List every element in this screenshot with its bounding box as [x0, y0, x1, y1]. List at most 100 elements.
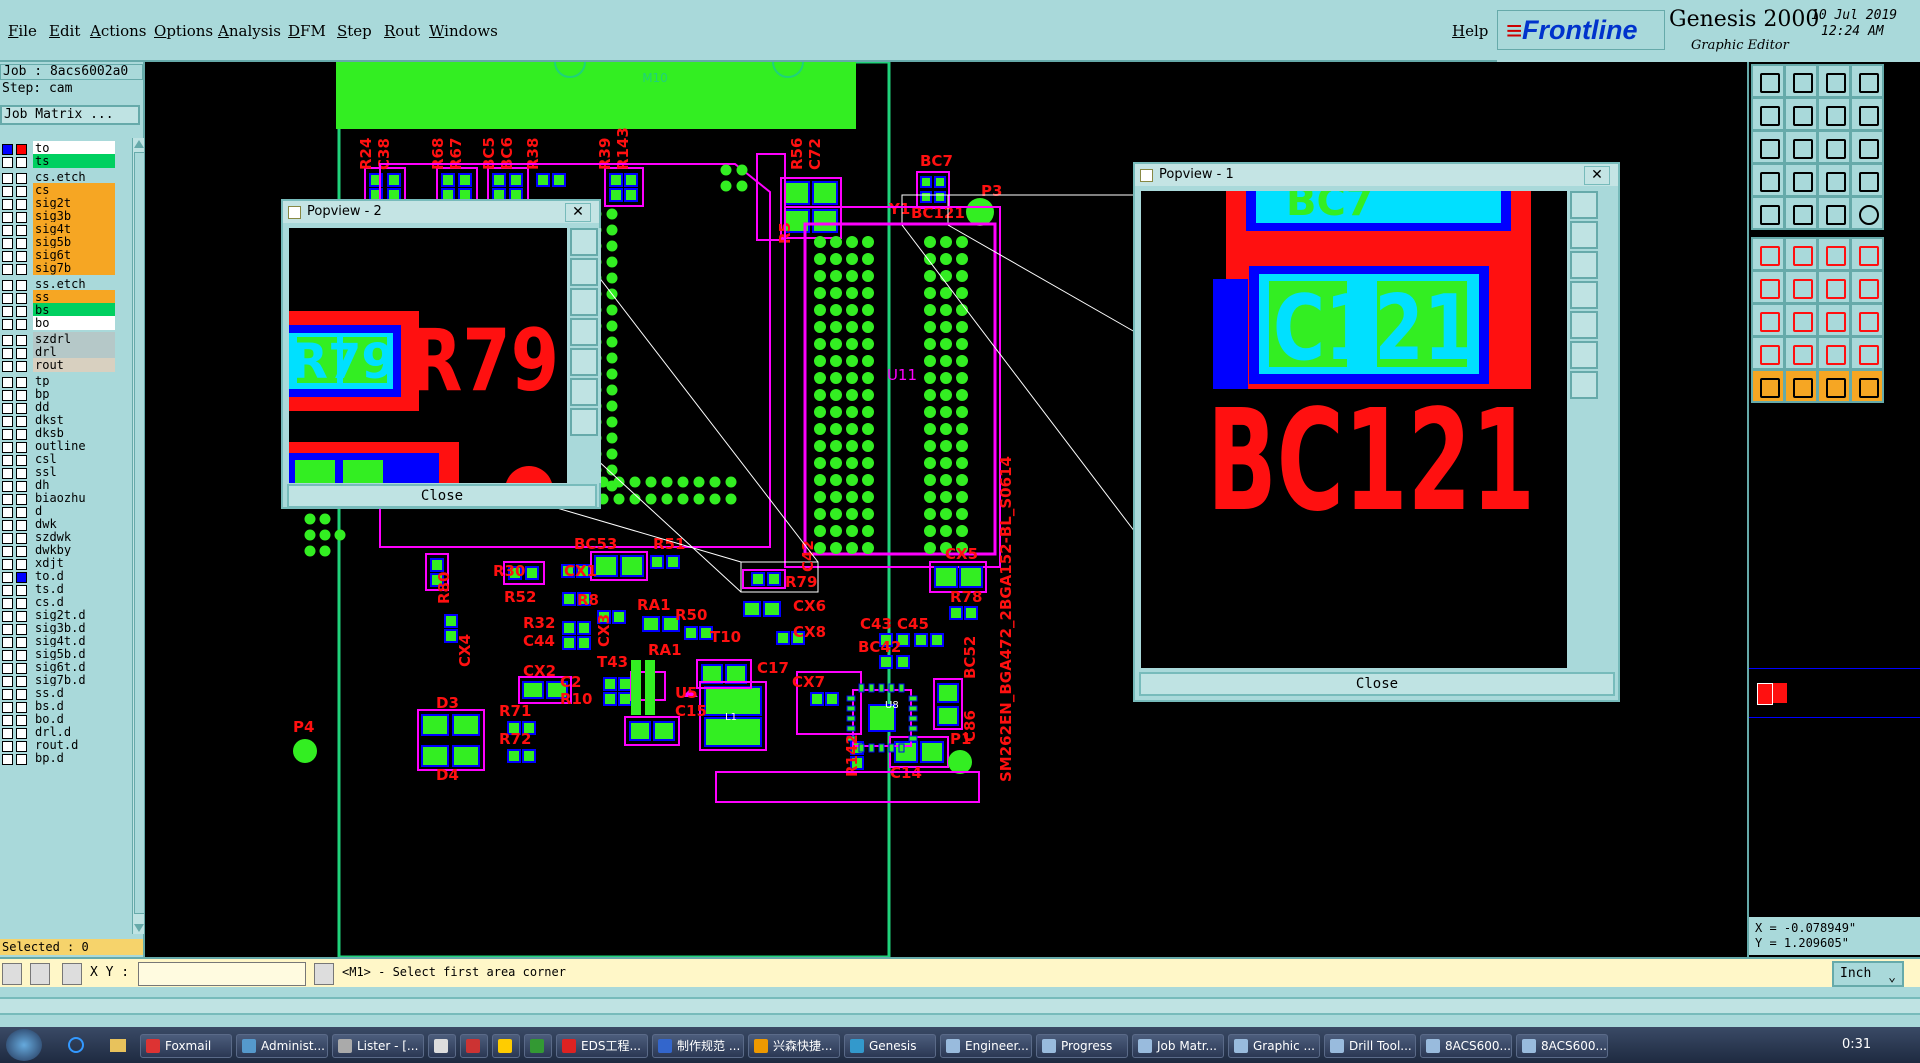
resize-icon[interactable]	[1850, 303, 1884, 337]
layer-name[interactable]: to	[33, 141, 115, 155]
snap-pad-icon[interactable]	[1817, 163, 1851, 197]
measure-icon[interactable]	[30, 963, 50, 985]
redraw-icon[interactable]	[1850, 97, 1884, 131]
fill-icon[interactable]	[1850, 270, 1884, 304]
cross-icon[interactable]	[1784, 237, 1818, 271]
mirror-icon[interactable]	[1817, 303, 1851, 337]
layer-display-checkbox[interactable]	[2, 361, 13, 372]
taskbar-item[interactable]	[492, 1034, 520, 1058]
popview-2-close-icon[interactable]: ✕	[565, 203, 591, 222]
taskbar-item[interactable]: Graphic ...	[1228, 1034, 1320, 1058]
layer-name[interactable]: d	[33, 504, 115, 518]
taskbar-item[interactable]: 8ACS600...	[1420, 1034, 1512, 1058]
layer-name[interactable]: outline	[33, 439, 115, 453]
layer-work-checkbox[interactable]	[16, 157, 27, 168]
layer-name[interactable]: ts.d	[33, 582, 115, 596]
explorer-icon[interactable]	[110, 1039, 126, 1052]
layer-name[interactable]: drl	[33, 345, 115, 359]
xy-apply-icon[interactable]	[314, 963, 334, 985]
layer-name[interactable]: bo	[33, 316, 115, 330]
layer-name[interactable]: szdwk	[33, 530, 115, 544]
layer-name[interactable]: rout.d	[33, 738, 115, 752]
circle-icon[interactable]	[1850, 196, 1884, 230]
layer-name[interactable]: ts	[33, 154, 115, 168]
snap-mode-icon[interactable]	[2, 963, 22, 985]
layer-name[interactable]: cs.etch	[33, 170, 115, 184]
taskbar-item[interactable]: Job Matr...	[1132, 1034, 1224, 1058]
pv2-pan-down-icon[interactable]	[570, 288, 598, 316]
measure-bar-icon[interactable]	[1817, 196, 1851, 230]
taskbar-item[interactable]	[524, 1034, 552, 1058]
layer-name[interactable]: dksb	[33, 426, 115, 440]
menu-help[interactable]: Help	[1452, 22, 1488, 40]
graphic-canvas[interactable]: M10 R24 C38 R68 R67 BC5 BC6 R38 R39 R143…	[145, 62, 1747, 957]
feature-icon[interactable]	[1850, 237, 1884, 271]
round-icon[interactable]	[1817, 270, 1851, 304]
select-pointer-icon[interactable]	[1751, 369, 1785, 403]
zoom-fit-icon[interactable]	[1751, 130, 1785, 164]
taskbar-item[interactable]: Administ...	[236, 1034, 328, 1058]
layer-name[interactable]: ss.d	[33, 686, 115, 700]
home-view-icon[interactable]	[1817, 64, 1851, 98]
pan-left-icon[interactable]	[1751, 97, 1785, 131]
taskbar-item[interactable]: 制作规范 ...	[652, 1034, 744, 1058]
zoom-1to1-icon[interactable]	[1817, 130, 1851, 164]
zoom-center-icon[interactable]	[1784, 130, 1818, 164]
pv1-pan-right-icon[interactable]	[1570, 311, 1598, 339]
layer-name[interactable]: ssl	[33, 465, 115, 479]
layer-list-scrollbar[interactable]	[132, 138, 145, 934]
select-area-icon[interactable]	[1784, 369, 1818, 403]
menu-actions[interactable]: Actions	[90, 22, 146, 40]
menu-step[interactable]: Step	[337, 22, 372, 40]
layer-name[interactable]: bp.d	[33, 751, 115, 765]
layer-name[interactable]: ss.etch	[33, 277, 115, 291]
layer-name[interactable]: sig2t	[33, 196, 115, 210]
layer-name[interactable]: to.d	[33, 569, 115, 583]
layer-name[interactable]: sig5b.d	[33, 647, 115, 661]
layer-name[interactable]: dkst	[33, 413, 115, 427]
layer-display-checkbox[interactable]	[2, 264, 13, 275]
layer-name[interactable]: sig6t	[33, 248, 115, 262]
layer-row[interactable]: sig7b	[0, 261, 132, 276]
layer-name[interactable]: bs.d	[33, 699, 115, 713]
popview-2-titlebar[interactable]: Popview - 2	[283, 201, 599, 223]
pv1-zoom-fit-icon[interactable]	[1570, 341, 1598, 369]
layer-name[interactable]: biaozhu	[33, 491, 115, 505]
pv1-pan-down-icon[interactable]	[1570, 251, 1598, 279]
job-matrix-button[interactable]: Job Matrix ...	[0, 105, 140, 125]
nav-prev-icon[interactable]	[1751, 64, 1785, 98]
layer-name[interactable]: tp	[33, 374, 115, 388]
select-multi-icon[interactable]	[1850, 369, 1884, 403]
zoom-box-icon[interactable]	[1817, 97, 1851, 131]
layer-name[interactable]: sig4t.d	[33, 634, 115, 648]
popview-1-close-button[interactable]: Close	[1139, 672, 1615, 696]
menu-options[interactable]: Options	[154, 22, 213, 40]
filltriangle-icon[interactable]	[1817, 336, 1851, 370]
layer-name[interactable]: bo.d	[33, 712, 115, 726]
layer-name[interactable]: szdrl	[33, 332, 115, 346]
grid-icon[interactable]	[62, 963, 82, 985]
pv2-zoom-in-icon[interactable]	[570, 228, 598, 256]
copy-icon[interactable]	[1784, 303, 1818, 337]
taskbar-item[interactable]: Engineer...	[940, 1034, 1032, 1058]
start-button[interactable]	[6, 1029, 42, 1061]
taskbar-item[interactable]: Drill Tool...	[1324, 1034, 1416, 1058]
layer-name[interactable]: csl	[33, 452, 115, 466]
nav-next-icon[interactable]	[1784, 64, 1818, 98]
menu-edit[interactable]: Edit	[49, 22, 80, 40]
arc-icon[interactable]	[1784, 270, 1818, 304]
taskbar-item[interactable]: EDS工程...	[556, 1034, 648, 1058]
layer-name[interactable]: dwk	[33, 517, 115, 531]
layer-name[interactable]: drl.d	[33, 725, 115, 739]
taskbar-item[interactable]	[428, 1034, 456, 1058]
layer-name[interactable]: cs	[33, 183, 115, 197]
layer-name[interactable]: sig7b.d	[33, 673, 115, 687]
layer-row[interactable]: ts	[0, 154, 132, 169]
xy-input[interactable]	[138, 962, 306, 986]
snap-center-icon[interactable]	[1850, 163, 1884, 197]
layer-name[interactable]: cs.d	[33, 595, 115, 609]
menu-dfm[interactable]: DFM	[288, 22, 326, 40]
layer-name[interactable]: sig6t.d	[33, 660, 115, 674]
layer-name[interactable]: dh	[33, 478, 115, 492]
pv1-pan-up-icon[interactable]	[1570, 221, 1598, 249]
